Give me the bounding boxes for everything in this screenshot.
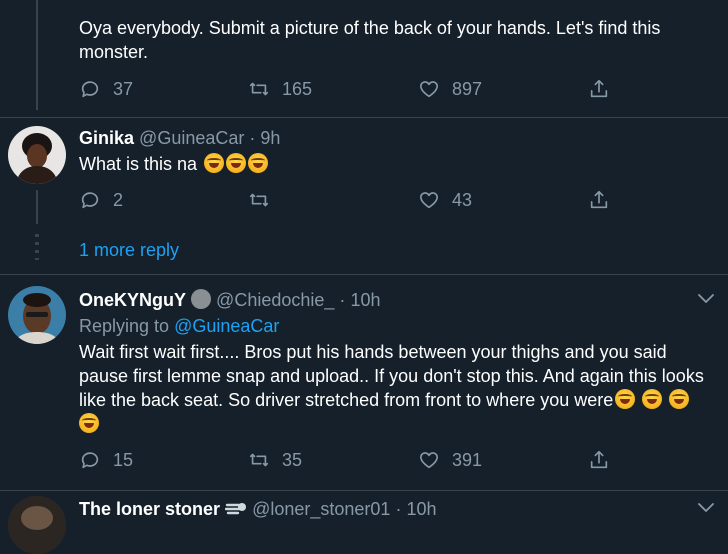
replying-to-handle[interactable]: @GuineaCar <box>174 316 279 336</box>
ginika-handle[interactable]: @GuineaCar <box>139 128 244 148</box>
retweet-icon <box>249 82 269 96</box>
ginika-reply-count: 2 <box>113 189 124 210</box>
speech-bubble-icon <box>81 81 99 98</box>
loner-stoner-header: The loner stoner @loner_stoner01 · 10h <box>79 497 437 521</box>
ginika-header: Ginika @GuineaCar · 9h <box>79 126 280 150</box>
ginika-reply-button[interactable]: 2 <box>79 189 123 211</box>
chevron-down-icon[interactable] <box>698 503 714 513</box>
onekynguy-handle[interactable]: @Chiedochie_ <box>216 290 334 310</box>
loner-stoner-name[interactable]: The loner stoner <box>79 499 220 519</box>
avatar-onekynguy[interactable] <box>8 286 66 344</box>
top-tweet-text: Oya everybody. Submit a picture of the b… <box>79 16 699 64</box>
avatar-onekynguy-image <box>8 286 66 344</box>
share-icon <box>590 190 608 209</box>
loner-stoner-time[interactable]: 10h <box>406 499 436 519</box>
ginika-share-button[interactable] <box>588 189 622 211</box>
share-icon <box>590 450 608 469</box>
ginika-like-button[interactable]: 43 <box>418 189 472 211</box>
speech-bubble-icon <box>81 452 99 469</box>
replying-to-label: Replying to <box>79 316 170 336</box>
top-share-button[interactable] <box>588 78 622 100</box>
ginika-sep: · <box>249 128 256 148</box>
ginika-retweet-button[interactable] <box>248 189 282 211</box>
onekynguy-time[interactable]: 10h <box>350 290 380 310</box>
onekynguy-sep: · <box>339 290 346 310</box>
avatar-ginika-image <box>8 126 66 184</box>
tears-of-joy-emoji-icon <box>79 413 99 433</box>
onekynguy-text-line2: pause first lemme snap and upload.. If y… <box>79 366 704 386</box>
onekynguy-text-line4 <box>79 412 719 436</box>
tears-of-joy-emoji-icon <box>226 153 247 173</box>
onekynguy-reply-button[interactable]: 15 <box>79 449 133 471</box>
avatar-loner-stoner-image <box>8 496 66 554</box>
heart-icon <box>419 81 439 98</box>
onekynguy-reply-count: 15 <box>113 449 134 470</box>
onekynguy-text-line3-wrap: like the back seat. So driver stretched … <box>79 388 719 412</box>
speech-bubble-icon <box>81 192 99 209</box>
onekynguy-text-line3: like the back seat. So driver stretched … <box>79 390 614 410</box>
ginika-time[interactable]: 9h <box>260 128 280 148</box>
top-retweet-button[interactable]: 165 <box>248 78 312 100</box>
neutral-face-emoji-icon <box>191 289 212 309</box>
thread-line-top <box>36 0 38 110</box>
loner-stoner-handle[interactable]: @loner_stoner01 <box>252 499 390 519</box>
loner-stoner-sep: · <box>395 499 402 519</box>
onekynguy-header: OneKYNguY @Chiedochie_ · 10h <box>79 288 380 312</box>
heart-icon <box>419 192 439 209</box>
onekynguy-tweet-text: Wait first wait first.... Bros put his h… <box>79 340 719 436</box>
onekynguy-retweet-button[interactable]: 35 <box>248 449 302 471</box>
ginika-text: What is this na <box>79 154 198 174</box>
chevron-down-icon[interactable] <box>698 294 714 304</box>
divider-3 <box>0 490 728 491</box>
tears-of-joy-emoji-icon <box>204 153 225 173</box>
tears-of-joy-emoji-icon <box>642 389 663 409</box>
ginika-tweet-text: What is this na <box>79 152 269 176</box>
top-retweet-count: 165 <box>282 78 313 99</box>
top-like-button[interactable]: 897 <box>418 78 482 100</box>
more-replies-link[interactable]: 1 more reply <box>79 238 179 262</box>
divider-2 <box>0 274 728 275</box>
avatar-loner-stoner[interactable] <box>8 496 66 554</box>
tears-of-joy-emoji-icon <box>615 389 636 409</box>
onekynguy-retweet-count: 35 <box>282 449 303 470</box>
onekynguy-text-line1: Wait first wait first.... Bros put his h… <box>79 342 667 362</box>
ginika-name[interactable]: Ginika <box>79 128 134 148</box>
dash-emoji-icon <box>224 499 247 515</box>
heart-icon <box>419 452 439 469</box>
onekynguy-like-button[interactable]: 391 <box>418 449 482 471</box>
onekynguy-replying-to: Replying to @GuineaCar <box>79 314 279 338</box>
retweet-icon <box>249 453 269 467</box>
avatar-ginika[interactable] <box>8 126 66 184</box>
share-icon <box>590 79 608 98</box>
onekynguy-name[interactable]: OneKYNguY <box>79 290 186 310</box>
onekynguy-like-count: 391 <box>452 449 483 470</box>
top-tweet-text-content: Oya everybody. Submit a picture of the b… <box>79 18 661 62</box>
tears-of-joy-emoji-icon <box>248 153 269 173</box>
divider-1 <box>0 117 728 118</box>
onekynguy-share-button[interactable] <box>588 449 622 471</box>
tears-of-joy-emoji-icon <box>669 389 690 409</box>
ginika-like-count: 43 <box>452 189 473 210</box>
thread-line-ginika <box>36 190 38 224</box>
top-reply-count: 37 <box>113 78 134 99</box>
thread-dots <box>35 234 39 260</box>
retweet-icon <box>249 193 269 207</box>
top-reply-button[interactable]: 37 <box>79 78 133 100</box>
top-like-count: 897 <box>452 78 483 99</box>
